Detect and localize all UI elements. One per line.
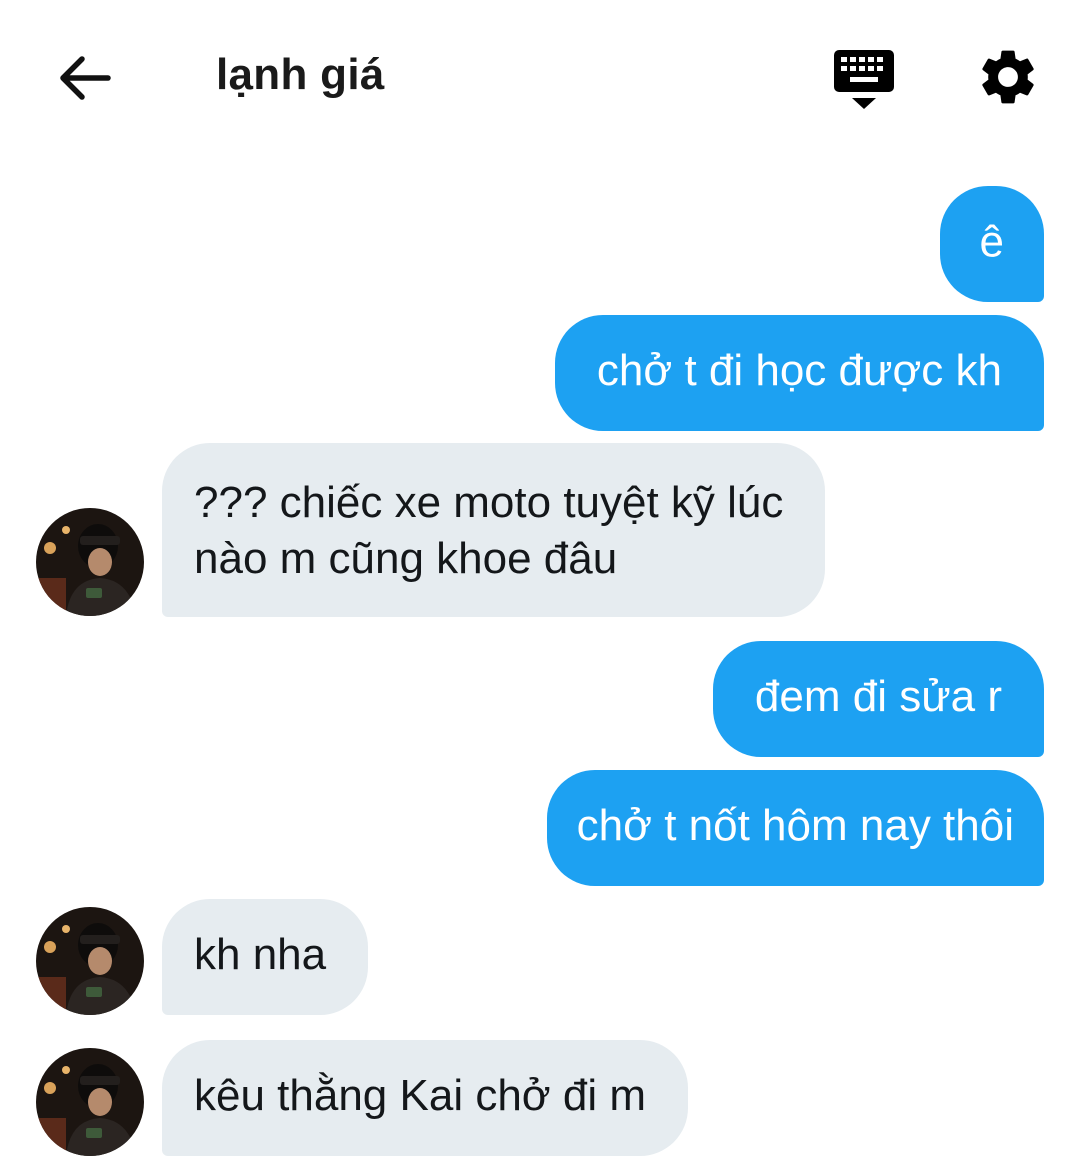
chat-header: lạnh giá [0, 0, 1080, 150]
message-bubble-outgoing[interactable]: chở t nốt hôm nay thôi [546, 770, 1044, 886]
message-bubble-incoming[interactable]: kh nha [162, 899, 369, 1015]
gear-icon [982, 50, 1034, 104]
message-bubble-outgoing[interactable]: ê [939, 186, 1044, 302]
avatar-photo [36, 508, 144, 616]
message-text: chở t đi học được kh [596, 346, 1002, 395]
conversation-title: lạnh giá [216, 50, 385, 99]
contact-avatar[interactable] [36, 907, 144, 1015]
avatar-photo [36, 1048, 144, 1156]
chat-screen: lạnh giá ê chở t đi học được kh ??? chiế… [0, 0, 1080, 1173]
message-text: kêu thằng Kai chở đi m [194, 1071, 646, 1120]
message-text-line: ??? chiếc xe moto tuyệt kỹ lúc [194, 478, 784, 527]
keyboard-button[interactable] [830, 46, 898, 112]
message-text: đem đi sửa r [754, 672, 1002, 721]
message-bubble-incoming[interactable]: kêu thằng Kai chở đi m [162, 1040, 688, 1156]
settings-button[interactable] [975, 44, 1041, 110]
message-bubble-outgoing[interactable]: đem đi sửa r [712, 641, 1044, 757]
message-bubble-outgoing[interactable]: chở t đi học được kh [554, 315, 1044, 431]
arrow-left-icon [60, 56, 111, 100]
message-text: kh nha [194, 930, 327, 979]
message-text: ê [979, 217, 1004, 266]
message-bubble-incoming[interactable]: ??? chiếc xe moto tuyệt kỹ lúc nào m cũn… [162, 443, 826, 617]
message-text: chở t nốt hôm nay thôi [576, 801, 1014, 850]
contact-avatar[interactable] [36, 508, 144, 616]
back-button[interactable] [52, 48, 116, 108]
avatar-photo [36, 907, 144, 1015]
keyboard-icon [834, 50, 894, 109]
message-text-line: nào m cũng khoe đâu [194, 534, 618, 583]
contact-avatar[interactable] [36, 1048, 144, 1156]
